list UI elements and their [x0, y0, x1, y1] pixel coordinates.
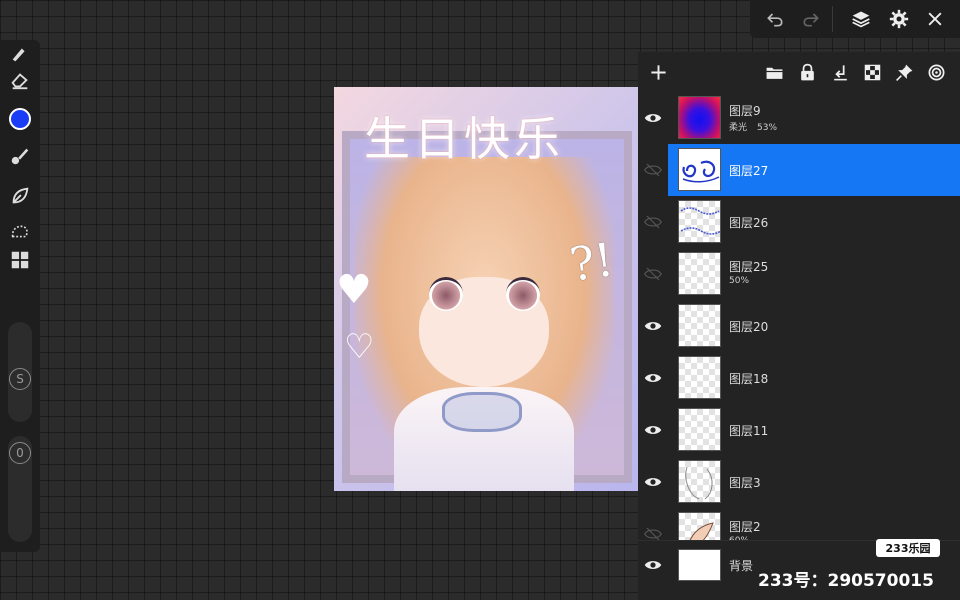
visibility-hidden-icon[interactable] — [638, 248, 668, 300]
brush-size-knob[interactable]: S — [9, 368, 31, 390]
layer-meta: 柔光 53% — [729, 120, 777, 133]
layer-thumbnail — [678, 252, 721, 295]
leaf-brush-icon[interactable] — [8, 184, 32, 208]
watermark-badge: 233乐园 — [876, 539, 940, 557]
layer-thumbnail — [678, 549, 721, 581]
pin-icon[interactable] — [894, 62, 914, 82]
undo-icon[interactable] — [764, 8, 786, 30]
visibility-eye-icon[interactable] — [638, 352, 668, 404]
artwork-scribble-text: ?! — [566, 232, 617, 292]
grid-layout-icon[interactable] — [8, 248, 32, 272]
layer-blend-mode: 柔光 — [729, 123, 748, 133]
visibility-hidden-icon[interactable] — [638, 196, 668, 248]
artwork-right-eye — [506, 277, 540, 311]
layer-thumbnail — [678, 96, 721, 139]
layer-name: 图层27 — [729, 164, 769, 178]
layer-thumbnail — [678, 356, 721, 399]
visibility-eye-icon[interactable] — [638, 456, 668, 508]
toolbar-divider — [832, 6, 833, 32]
layer-name: 背景 — [729, 559, 754, 573]
layer-thumbnail — [678, 148, 721, 191]
layer-row[interactable]: 图层9 柔光 53% — [638, 92, 960, 144]
layer-name: 图层2 — [729, 520, 761, 534]
layer-name: 图层11 — [729, 424, 769, 438]
brush-opacity-knob[interactable]: 0 — [9, 442, 31, 464]
blend-mode-icon[interactable] — [926, 62, 946, 82]
artwork-heart: ♥ — [336, 267, 372, 313]
artwork-heart-outline: ♡ — [344, 327, 375, 367]
layer-row[interactable]: 图层11 — [638, 404, 960, 456]
layer-row[interactable]: 图层25 50% — [638, 248, 960, 300]
top-toolbar — [750, 0, 960, 38]
settings-icon[interactable] — [888, 8, 910, 30]
add-layer-icon[interactable] — [648, 62, 668, 82]
smudge-brush-icon[interactable] — [8, 144, 32, 168]
layer-name: 图层25 — [729, 260, 769, 274]
artwork-left-eye — [429, 277, 463, 311]
visibility-eye-icon[interactable] — [638, 92, 668, 144]
brush-opacity-slider[interactable]: 0 — [8, 436, 32, 542]
visibility-eye-icon[interactable] — [638, 300, 668, 352]
brush-icon[interactable] — [8, 42, 32, 66]
layer-row[interactable]: 图层18 — [638, 352, 960, 404]
layer-opacity: 53% — [757, 123, 778, 133]
current-color-swatch[interactable] — [9, 108, 31, 130]
left-toolbar: S 0 — [0, 40, 40, 552]
eraser-icon[interactable] — [8, 68, 32, 92]
layer-thumbnail — [678, 460, 721, 503]
brush-size-slider[interactable]: S — [8, 322, 32, 422]
layer-name: 图层18 — [729, 372, 769, 386]
layers-panel: 图层9 柔光 53% 图层27 图层26 图层25 50% 图层20 图层18 图… — [638, 52, 960, 600]
transparency-icon[interactable] — [862, 62, 882, 82]
layers-icon[interactable] — [850, 8, 872, 30]
redo-icon[interactable] — [800, 8, 822, 30]
layer-thumbnail — [678, 304, 721, 347]
layer-thumbnail — [678, 200, 721, 243]
layer-name: 图层3 — [729, 476, 761, 490]
lasso-select-icon[interactable] — [8, 220, 32, 244]
layer-row[interactable]: 图层20 — [638, 300, 960, 352]
artwork-title-text: 生日快乐 — [364, 112, 564, 166]
close-icon[interactable] — [924, 8, 946, 30]
visibility-eye-icon[interactable] — [638, 541, 668, 589]
layer-row-selected[interactable]: 图层27 — [638, 144, 960, 196]
visibility-hidden-icon[interactable] — [638, 144, 668, 196]
artwork-bow — [442, 392, 522, 432]
drawing-canvas[interactable]: ♥ ♡ 生日快乐 ?! — [334, 87, 638, 491]
visibility-eye-icon[interactable] — [638, 404, 668, 456]
layer-row[interactable]: 图层26 — [638, 196, 960, 248]
layer-name: 图层20 — [729, 320, 769, 334]
layer-row[interactable]: 图层3 — [638, 456, 960, 508]
layers-toolbar — [638, 52, 960, 92]
watermark-text: 233号：290570015 — [758, 571, 934, 591]
layer-name: 图层26 — [729, 216, 769, 230]
merge-down-icon[interactable] — [830, 62, 850, 82]
folder-icon[interactable] — [764, 62, 784, 82]
layer-name: 图层9 — [729, 104, 761, 118]
lock-icon[interactable] — [797, 62, 817, 82]
layer-opacity: 50% — [729, 276, 750, 286]
layer-thumbnail — [678, 408, 721, 451]
layer-meta: 50% — [729, 276, 749, 286]
